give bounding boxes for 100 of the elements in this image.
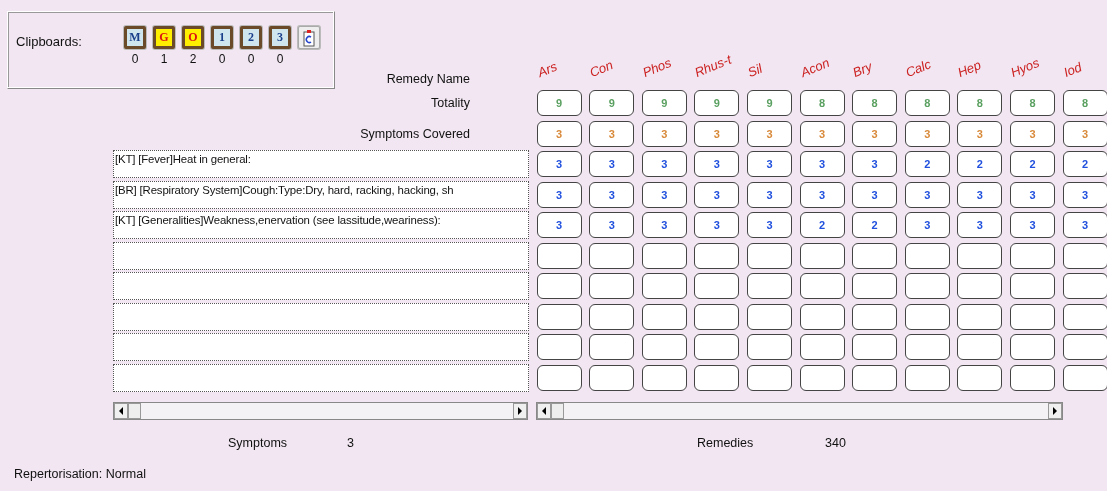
- score-cell: 3: [694, 120, 740, 147]
- score-cell: 8: [957, 90, 1003, 117]
- score-cell: [799, 364, 845, 391]
- score-cell: 3: [904, 120, 950, 147]
- clipboard-count: 2: [189, 52, 197, 66]
- scrollbar[interactable]: [536, 402, 1063, 420]
- score-cell: 2: [1009, 151, 1055, 178]
- clipboard-button[interactable]: M: [124, 26, 146, 49]
- clipboard-refresh-button[interactable]: [298, 26, 320, 49]
- score-cell: 8: [852, 90, 898, 117]
- score-cell: [904, 303, 950, 330]
- clipboard-button[interactable]: O: [182, 26, 204, 49]
- symptom-field[interactable]: [113, 272, 529, 301]
- score-cell: 3: [589, 181, 635, 208]
- score-cell: [904, 364, 950, 391]
- score-cell: [694, 303, 740, 330]
- score-cell: [589, 303, 635, 330]
- score-cell: 3: [746, 181, 792, 208]
- clipboard-count: 0: [276, 52, 284, 66]
- remedy-name: Iod: [1060, 59, 1084, 80]
- score-cell: 3: [694, 212, 740, 239]
- score-cell: [746, 364, 792, 391]
- score-cell: [1062, 303, 1107, 330]
- score-cell: [799, 242, 845, 269]
- score-cell: 3: [536, 212, 582, 239]
- clipboard-count: 1: [160, 52, 168, 66]
- score-cell: 9: [694, 90, 740, 117]
- scrollbar[interactable]: [113, 402, 528, 420]
- score-cell: 2: [1062, 151, 1107, 178]
- symptom-field[interactable]: [KT] [Generalities]Weakness,enervation (see lassitude,weariness):: [113, 211, 529, 240]
- score-cell: 3: [904, 181, 950, 208]
- score-cell: 3: [746, 212, 792, 239]
- score-cell: [536, 364, 582, 391]
- remedies-label: Remedies: [697, 436, 754, 450]
- scroll-left-icon[interactable]: [537, 403, 551, 419]
- score-cell: 3: [1009, 120, 1055, 147]
- clipboard-button[interactable]: 3: [269, 26, 291, 49]
- score-cell: [1009, 273, 1055, 300]
- symptom-field[interactable]: [BR] [Respiratory System]Cough:Type:Dry, hard, racking, hacking, sh: [113, 180, 529, 209]
- score-cell: 3: [799, 120, 845, 147]
- score-cell: 3: [1062, 181, 1107, 208]
- score-cell: [536, 303, 582, 330]
- score-cell: [852, 334, 898, 361]
- score-cell: [589, 334, 635, 361]
- score-cell: 3: [536, 120, 582, 147]
- remedy-name: Con: [587, 57, 616, 80]
- score-cell: 3: [694, 151, 740, 178]
- score-cell: 2: [799, 212, 845, 239]
- clipboard-button[interactable]: 1: [211, 26, 233, 49]
- score-cell: [1062, 364, 1107, 391]
- score-cell: [589, 242, 635, 269]
- score-cell: 3: [536, 181, 582, 208]
- symptom-field[interactable]: [113, 302, 529, 331]
- score-cell: 3: [957, 181, 1003, 208]
- score-cell: [641, 242, 687, 269]
- remedy-name: Sil: [745, 60, 765, 80]
- score-cell: 3: [694, 181, 740, 208]
- score-cell: [852, 242, 898, 269]
- symptom-field[interactable]: [113, 363, 529, 392]
- score-cell: [799, 334, 845, 361]
- score-cell: 9: [536, 90, 582, 117]
- scroll-thumb[interactable]: [128, 403, 141, 419]
- score-cell: [1062, 273, 1107, 300]
- symptom-field[interactable]: [KT] [Fever]Heat in general:: [113, 150, 529, 179]
- score-cell: 3: [641, 212, 687, 239]
- remedy-name: Calc: [903, 56, 933, 80]
- symptom-field[interactable]: [113, 333, 529, 362]
- score-cell: 2: [957, 151, 1003, 178]
- score-cell: [957, 273, 1003, 300]
- score-cell: [904, 273, 950, 300]
- remedy-name: Hyos: [1008, 55, 1042, 80]
- score-cell: [852, 303, 898, 330]
- symptom-field[interactable]: [113, 241, 529, 270]
- score-cell: [641, 334, 687, 361]
- clipboard-count: 0: [218, 52, 226, 66]
- clipboard-button[interactable]: G: [153, 26, 175, 49]
- scroll-thumb[interactable]: [551, 403, 564, 419]
- score-cell: 3: [589, 212, 635, 239]
- score-cell: [694, 334, 740, 361]
- remedy-name: Ars: [534, 58, 559, 80]
- scroll-left-icon[interactable]: [114, 403, 128, 419]
- score-cell: [904, 242, 950, 269]
- scroll-right-icon[interactable]: [513, 403, 527, 419]
- score-cell: [589, 364, 635, 391]
- score-cell: 3: [1009, 181, 1055, 208]
- score-cell: [799, 303, 845, 330]
- row-label: Totality: [430, 96, 471, 111]
- score-cell: 3: [1062, 120, 1107, 147]
- scroll-right-icon[interactable]: [1048, 403, 1062, 419]
- score-cell: [1062, 334, 1107, 361]
- score-cell: 3: [799, 151, 845, 178]
- score-cell: 3: [641, 181, 687, 208]
- score-cell: 3: [1062, 212, 1107, 239]
- score-cell: 8: [1062, 90, 1107, 117]
- score-cell: 3: [641, 120, 687, 147]
- remedy-name: Acon: [797, 55, 832, 80]
- clipboard-icon: [302, 28, 316, 47]
- remedy-name: Bry: [850, 58, 875, 80]
- score-cell: 3: [1009, 212, 1055, 239]
- clipboard-button[interactable]: 2: [240, 26, 262, 49]
